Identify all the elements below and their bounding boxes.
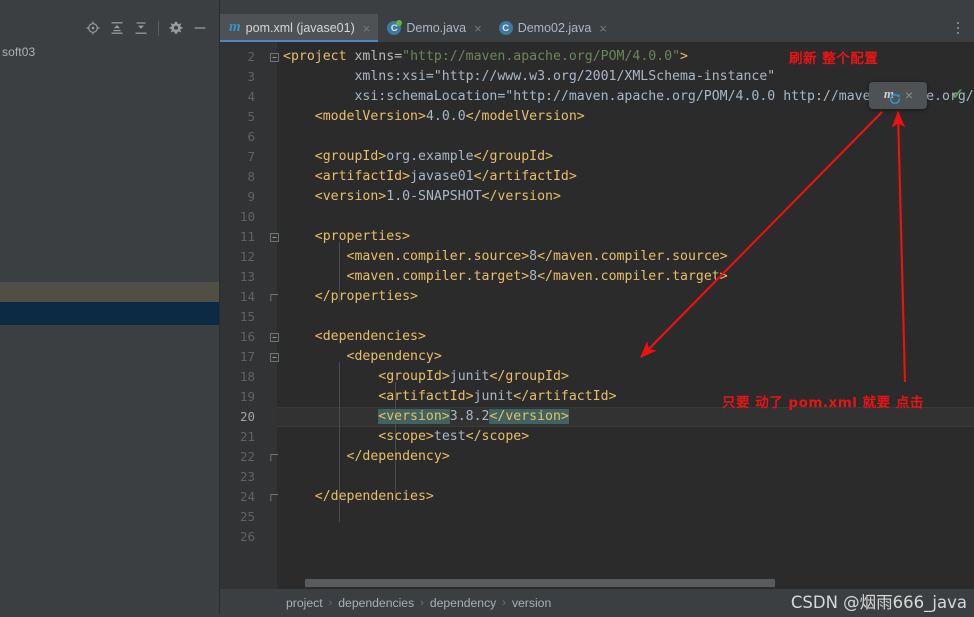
tab-label: Demo02.java [517,21,592,35]
code-line[interactable]: <modelVersion>4.0.0</modelVersion> [283,107,585,127]
scrollbar-thumb[interactable] [305,579,775,587]
line-number: 7 [247,149,255,164]
editor-horizontal-scrollbar[interactable] [277,577,974,589]
line-number: 25 [239,509,255,524]
line-number: 11 [239,229,255,244]
line-number: 14 [239,289,255,304]
line-number: 17 [239,349,255,364]
tab-label: Demo.java [406,21,467,35]
line-number: 18 [239,369,255,384]
editor-gutter[interactable]: 2 3 4 5 6 7 8 9 10 11 12 13 14 15 16 17 18 19 20 21 22 23 24 25… [220,42,279,589]
tab-label: pom.xml (javase01) [245,21,355,35]
project-toolbar [0,14,220,42]
line-number: 12 [239,249,255,264]
annotation-refresh-config: 刷新 整个配置 [789,51,879,67]
tree-row-modified[interactable] [0,282,219,302]
collapse-all-icon[interactable] [129,16,153,40]
maven-reload-icon[interactable]: m [883,86,903,106]
line-number: 26 [239,529,255,544]
java-class-icon: C [498,21,513,35]
settings-gear-icon[interactable] [164,16,188,40]
java-class-runnable-icon: C [387,20,403,35]
close-icon[interactable]: × [363,22,371,35]
hide-panel-icon[interactable] [188,16,212,40]
close-icon[interactable]: × [474,22,482,35]
watermark: CSDN @烟雨666_java [790,593,967,612]
code-line[interactable]: <scope>test</scope> [283,427,529,447]
annotation-click-on-change: 只要 动了 pom.xml 就要 点击 [722,395,924,411]
line-number: 8 [247,169,255,184]
line-number: 20 [239,409,255,424]
code-line[interactable]: <version>1.0-SNAPSHOT</version> [283,187,561,207]
code-line[interactable]: <artifactId>javase01</artifactId> [283,167,577,187]
code-line[interactable]: <version>3.8.2</version> [283,407,569,427]
line-number: 22 [239,449,255,464]
maven-reload-popup[interactable]: m × [869,82,927,109]
line-number: 5 [247,109,255,124]
close-icon[interactable]: × [599,22,607,35]
code-line[interactable]: <artifactId>junit</artifactId> [283,387,616,407]
code-line[interactable]: <properties> [283,227,410,247]
breadcrumb-item-dependencies[interactable]: dependencies [338,596,414,610]
code-line[interactable]: <project xmlns="http://maven.apache.org/… [283,47,688,67]
code-line[interactable]: </dependency> [283,447,450,467]
popup-close-icon[interactable]: × [905,88,913,104]
refresh-arrow-icon [889,93,900,104]
line-number: 24 [239,489,255,504]
project-tool-window: soft03 [0,0,220,617]
line-number: 4 [247,89,255,104]
breadcrumb-separator: › [328,597,333,609]
tree-row-selected[interactable] [0,302,219,325]
inspection-status-ok-icon[interactable]: ✓ [951,87,964,102]
line-number: 16 [239,329,255,344]
code-line[interactable]: <maven.compiler.target>8</maven.compiler… [283,267,728,287]
maven-m-icon: m [229,18,241,35]
line-number: 9 [247,189,255,204]
tab-demo-java[interactable]: C Demo.java × [378,14,489,42]
line-number: 2 [247,49,255,64]
toolbar-divider [158,20,159,36]
code-line[interactable]: <groupId>junit</groupId> [283,367,569,387]
tab-pom-xml[interactable]: m pom.xml (javase01) × [220,14,379,42]
editor-tab-bar: m pom.xml (javase01) × C Demo.java × C D… [220,14,974,42]
code-line[interactable]: <dependency> [283,347,442,367]
more-options-icon[interactable] [948,14,968,42]
breadcrumb-separator: › [502,597,506,609]
code-line[interactable]: <dependencies> [283,327,426,347]
code-editor[interactable]: 2 3 4 5 6 7 8 9 10 11 12 13 14 15 16 17 18 19 20 21 22 23 24 25… [220,42,974,589]
line-number: 10 [239,209,255,224]
project-tree[interactable]: soft03 [0,42,219,617]
breadcrumb-item-dependency[interactable]: dependency [430,596,496,610]
line-number: 23 [239,469,255,484]
line-number: 15 [239,309,255,324]
line-number: 6 [247,129,255,144]
breadcrumb-item-version[interactable]: version [512,596,551,610]
breadcrumb-separator: › [420,597,424,609]
locate-in-tree-icon[interactable] [81,16,105,40]
intellij-idea-window: soft03 m pom.xml (javase01) × C Demo.jav… [0,0,974,617]
code-line[interactable]: </dependencies> [283,487,434,507]
code-line[interactable]: <maven.compiler.source>8</maven.compiler… [283,247,728,267]
tab-demo02-java[interactable]: C Demo02.java × [490,14,615,42]
line-number: 19 [239,389,255,404]
breadcrumb-item-project[interactable]: project [286,596,323,610]
code-line[interactable]: </properties> [283,287,418,307]
expand-all-icon[interactable] [105,16,129,40]
code-line[interactable]: <groupId>org.example</groupId> [283,147,553,167]
line-number: 13 [239,269,255,284]
project-tree-label: soft03 [2,45,36,59]
code-content[interactable]: <project xmlns="http://maven.apache.org/… [277,42,974,589]
line-number: 21 [239,429,255,444]
line-number: 3 [247,69,255,84]
code-line[interactable]: xmlns:xsi="http://www.w3.org/2001/XMLSch… [283,67,775,87]
